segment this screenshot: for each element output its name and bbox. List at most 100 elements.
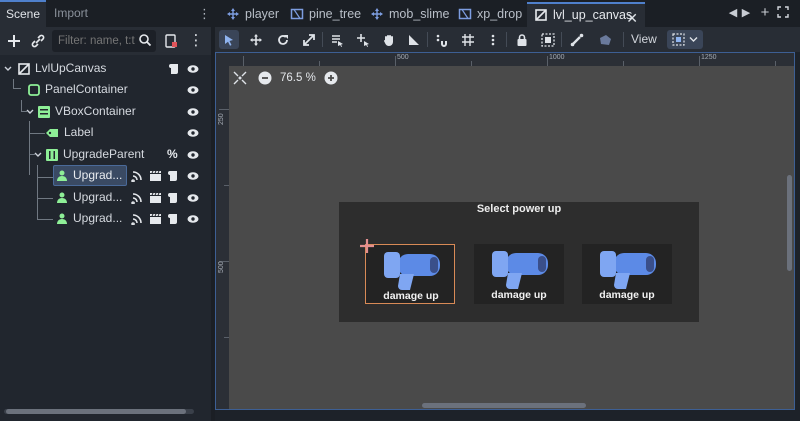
kebab-menu-icon[interactable]: ⋮ (198, 7, 211, 21)
signal-icon[interactable] (131, 169, 144, 182)
view-menu-button[interactable]: View (631, 30, 657, 49)
eye-icon[interactable] (187, 84, 199, 96)
list-select-icon (332, 35, 343, 47)
link-icon[interactable] (29, 32, 47, 50)
eye-icon[interactable] (187, 170, 199, 182)
vertical-scrollbar[interactable] (787, 175, 792, 271)
ruler-tick (699, 56, 700, 66)
clapperboard-icon[interactable] (149, 191, 162, 204)
ruler-tick (319, 61, 320, 66)
ruler-label: 250 (218, 113, 225, 125)
pivot-mode-button[interactable] (353, 30, 373, 49)
select-mode-button[interactable] (219, 30, 239, 49)
center-view-icon[interactable] (233, 71, 247, 85)
eye-icon[interactable] (187, 149, 199, 161)
tab-scroll-left-icon[interactable]: ◀ (727, 6, 739, 20)
grid-icon (462, 34, 474, 46)
kebab-menu-icon[interactable]: ⋮ (187, 32, 205, 50)
upgrade-card[interactable]: damage up (474, 244, 564, 304)
upgrade-card[interactable]: damage up (365, 244, 455, 304)
tab-lvl-up-canvas[interactable]: lvl_up_canvas ✕ (527, 2, 645, 27)
upgrade-card-label: damage up (491, 289, 547, 301)
canvas-editor-toolbar: View (215, 27, 800, 52)
smart-snap-button[interactable] (432, 30, 452, 49)
add-scene-icon[interactable]: + (759, 5, 771, 20)
cursor-arrow-icon (225, 35, 233, 46)
percent-anchor-icon[interactable]: % (167, 147, 180, 161)
tab-label: xp_drop (477, 7, 523, 21)
tab-scroll-right-icon[interactable]: ▶ (740, 6, 752, 20)
add-node-icon[interactable] (5, 32, 23, 50)
tab-scene[interactable]: Scene (0, 0, 46, 27)
clapperboard-icon[interactable] (149, 212, 162, 225)
tree-item-upgrade-1[interactable]: Upgrad... (0, 165, 205, 186)
tree-item-panelcontainer[interactable]: PanelContainer (0, 79, 205, 100)
filter-field[interactable] (52, 30, 156, 52)
pivot-crosshair-icon[interactable] (359, 238, 375, 254)
group-button[interactable] (538, 30, 558, 49)
list-select-button[interactable] (327, 30, 347, 49)
tree-item-upgrade-2[interactable]: Upgrad... (0, 187, 205, 208)
tree-item-vboxcontainer[interactable]: VBoxContainer (0, 101, 205, 122)
tab-import[interactable]: Import (50, 0, 102, 27)
ruler-tick (219, 109, 229, 110)
tab-xp-drop[interactable]: xp_drop (451, 2, 527, 27)
script-icon[interactable] (167, 169, 180, 182)
scrollbar-thumb[interactable] (6, 409, 186, 414)
scene-toolbar: ⋮ (0, 27, 211, 55)
move-mode-button[interactable] (246, 30, 266, 49)
collapse-arrow-icon[interactable] (3, 64, 13, 74)
lock-button[interactable] (512, 30, 532, 49)
clapperboard-icon[interactable] (149, 169, 162, 182)
canvas-viewport[interactable]: 500 1000 1250 250 500 76.5 % Select powe… (215, 52, 795, 410)
scene-filter-icon[interactable] (162, 32, 180, 50)
toolbar-separator (623, 32, 624, 47)
rotate-mode-button[interactable] (273, 30, 293, 49)
eye-icon[interactable] (187, 192, 199, 204)
scale-mode-button[interactable] (299, 30, 319, 49)
pan-mode-button[interactable] (379, 30, 399, 49)
upgrade-panel-preview[interactable]: Select power up damage up damage up dama… (339, 202, 699, 322)
grid-snap-button[interactable] (458, 30, 478, 49)
skeleton-button[interactable] (567, 30, 587, 49)
upgrade-card[interactable]: damage up (582, 244, 672, 304)
distraction-free-icon[interactable] (777, 6, 789, 20)
eye-icon[interactable] (187, 213, 199, 225)
tab-pine-tree[interactable]: pine_tree (283, 2, 363, 27)
tree-item-label: PanelContainer (45, 82, 128, 96)
snap-options-button[interactable] (483, 30, 503, 49)
collapse-arrow-icon[interactable] (33, 150, 43, 160)
scene-icon (290, 8, 304, 20)
signal-icon[interactable] (131, 191, 144, 204)
collapse-arrow-icon[interactable] (25, 107, 35, 117)
tab-mob-slime[interactable]: mob_slime (363, 2, 451, 27)
tree-item-label: Label (64, 125, 94, 139)
signal-icon[interactable] (131, 212, 144, 225)
ruler-mode-button[interactable] (404, 30, 424, 49)
eye-icon[interactable] (187, 127, 199, 139)
polygon-icon (600, 35, 611, 45)
tree-item-label-node[interactable]: Label (0, 122, 205, 143)
layout-preset-button[interactable] (667, 30, 703, 49)
eye-icon[interactable] (187, 106, 199, 118)
tab-label: player (245, 7, 280, 21)
blaster-icon (600, 251, 656, 289)
script-icon[interactable] (167, 191, 180, 204)
tree-item-upgradeparent[interactable]: UpgradeParent % (0, 144, 205, 165)
zoom-in-icon[interactable] (324, 71, 338, 85)
close-icon[interactable]: ✕ (626, 7, 638, 29)
tree-item-upgrade-3[interactable]: Upgrad... (0, 208, 205, 229)
tree-item-lvlupcanvas[interactable]: LvlUpCanvas (0, 58, 205, 79)
script-icon[interactable] (167, 212, 180, 225)
horizontal-scrollbar[interactable] (422, 403, 586, 408)
zoom-out-icon[interactable] (258, 71, 272, 85)
node2d-icon (227, 8, 239, 20)
particles-button[interactable] (595, 30, 615, 49)
tab-player[interactable]: player (219, 2, 283, 27)
eye-icon[interactable] (187, 63, 199, 75)
upgrade-card-label: damage up (599, 289, 655, 301)
script-icon[interactable] (168, 62, 181, 75)
canvas-layer-icon (535, 9, 547, 21)
filter-input[interactable] (58, 35, 136, 47)
zoom-level-label[interactable]: 76.5 % (280, 72, 316, 84)
